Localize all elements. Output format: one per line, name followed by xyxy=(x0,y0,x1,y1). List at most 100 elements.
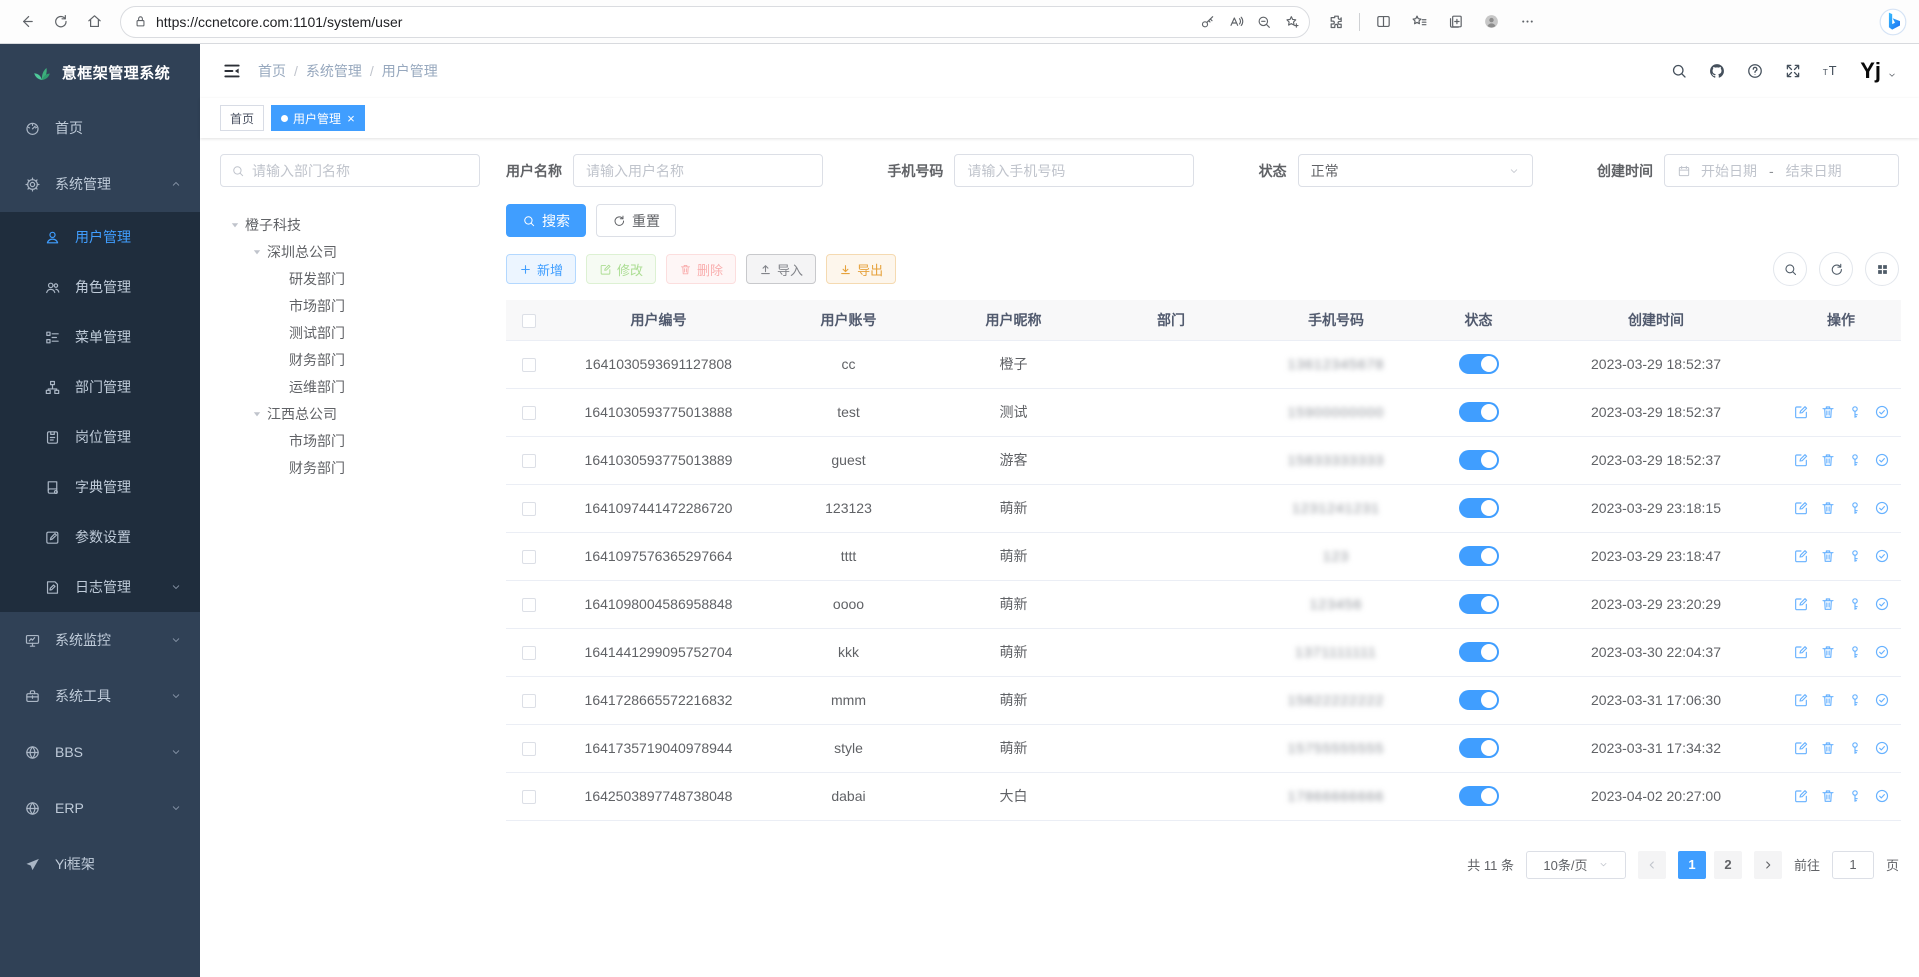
tree-node[interactable]: 研发部门 xyxy=(220,265,480,292)
delete-user-icon[interactable] xyxy=(1820,740,1836,756)
username-input[interactable] xyxy=(573,154,823,187)
sidebar-item[interactable]: 系统工具 xyxy=(0,668,200,724)
assign-role-icon[interactable] xyxy=(1874,644,1890,660)
table-row[interactable]: 1642503897748738048 dabai 大白 17866666666… xyxy=(506,772,1901,820)
row-checkbox[interactable] xyxy=(522,358,536,372)
assign-role-icon[interactable] xyxy=(1874,692,1890,708)
tree-node[interactable]: 财务部门 xyxy=(220,454,480,481)
status-toggle[interactable] xyxy=(1459,690,1499,710)
edit-user-icon[interactable] xyxy=(1793,500,1809,516)
browser-toolbar-button[interactable] xyxy=(1475,6,1507,38)
sidebar-item[interactable]: 角色管理 xyxy=(0,262,200,312)
breadcrumb-item[interactable]: 首页 xyxy=(258,61,286,81)
table-row[interactable]: 1641728665572216832 mmm 萌新 15822222222 2… xyxy=(506,676,1901,724)
page-size-select[interactable]: 10条/页 xyxy=(1526,851,1626,879)
edit-user-icon[interactable] xyxy=(1793,644,1809,660)
table-row[interactable]: 1641441299095752704 kkk 萌新 1371111111 20… xyxy=(506,628,1901,676)
status-toggle[interactable] xyxy=(1459,354,1499,374)
edit-user-icon[interactable] xyxy=(1793,596,1809,612)
page-button[interactable]: 2 xyxy=(1714,851,1742,879)
copilot-button[interactable] xyxy=(1877,6,1909,38)
status-toggle[interactable] xyxy=(1459,786,1499,806)
navbar-action[interactable] xyxy=(1708,62,1726,80)
breadcrumb-item[interactable]: 用户管理 xyxy=(382,61,438,81)
status-toggle[interactable] xyxy=(1459,498,1499,518)
tree-node[interactable]: 橙子科技 xyxy=(220,211,480,238)
tree-node[interactable]: 测试部门 xyxy=(220,319,480,346)
table-row[interactable]: 1641735719040978944 style 萌新 15755555555… xyxy=(506,724,1901,772)
caret-down-icon[interactable] xyxy=(250,245,264,259)
assign-role-icon[interactable] xyxy=(1874,452,1890,468)
tree-node[interactable]: 财务部门 xyxy=(220,346,480,373)
goto-page-input[interactable] xyxy=(1832,851,1874,879)
sidebar-item[interactable]: 字典管理 xyxy=(0,462,200,512)
edit-user-icon[interactable] xyxy=(1793,548,1809,564)
row-checkbox[interactable] xyxy=(522,598,536,612)
table-row[interactable]: 1641030593775013888 test 测试 15900000000 … xyxy=(506,388,1901,436)
sidebar-item[interactable]: Yi框架 xyxy=(0,836,200,892)
sidebar-item[interactable]: 用户管理 xyxy=(0,212,200,262)
reset-password-icon[interactable] xyxy=(1847,452,1863,468)
assign-role-icon[interactable] xyxy=(1874,548,1890,564)
close-tag-icon[interactable]: × xyxy=(347,112,355,125)
browser-toolbar-button[interactable] xyxy=(1320,6,1352,38)
app-logo[interactable]: 意框架管理系统 xyxy=(0,44,200,100)
status-toggle[interactable] xyxy=(1459,738,1499,758)
add-button[interactable]: 新增 xyxy=(506,254,576,284)
reset-password-icon[interactable] xyxy=(1847,644,1863,660)
delete-user-icon[interactable] xyxy=(1820,644,1836,660)
tag-item[interactable]: 首页× xyxy=(220,105,264,131)
status-toggle[interactable] xyxy=(1459,642,1499,662)
user-avatar[interactable]: Yj xyxy=(1860,60,1897,82)
page-button[interactable]: 1 xyxy=(1678,851,1706,879)
caret-down-icon[interactable] xyxy=(250,407,264,421)
search-button[interactable]: 搜索 xyxy=(506,204,586,237)
delete-user-icon[interactable] xyxy=(1820,596,1836,612)
row-checkbox[interactable] xyxy=(522,550,536,564)
sidebar-item[interactable]: BBS xyxy=(0,724,200,780)
tree-node[interactable]: 江西总公司 xyxy=(220,400,480,427)
reset-password-icon[interactable] xyxy=(1847,788,1863,804)
sidebar-item[interactable]: 岗位管理 xyxy=(0,412,200,462)
address-bar-button[interactable] xyxy=(1195,9,1221,35)
sidebar-item[interactable]: 系统管理 xyxy=(0,156,200,212)
reset-password-icon[interactable] xyxy=(1847,404,1863,420)
delete-user-icon[interactable] xyxy=(1820,404,1836,420)
assign-role-icon[interactable] xyxy=(1874,500,1890,516)
date-range-picker[interactable]: 开始日期 - 结束日期 xyxy=(1664,154,1899,187)
caret-down-icon[interactable] xyxy=(228,218,242,232)
toggle-search-button[interactable] xyxy=(1773,252,1807,286)
sidebar-item[interactable]: 日志管理 xyxy=(0,562,200,612)
assign-role-icon[interactable] xyxy=(1874,596,1890,612)
sidebar-item[interactable]: ERP xyxy=(0,780,200,836)
edit-user-icon[interactable] xyxy=(1793,788,1809,804)
status-toggle[interactable] xyxy=(1459,594,1499,614)
address-bar[interactable]: https://ccnetcore.com:1101/system/user xyxy=(120,6,1310,38)
browser-toolbar-button[interactable] xyxy=(1403,6,1435,38)
navbar-action[interactable]: TT xyxy=(1822,62,1840,80)
browser-nav-button[interactable] xyxy=(10,6,42,38)
reset-password-icon[interactable] xyxy=(1847,740,1863,756)
status-select[interactable]: 正常 xyxy=(1298,154,1533,187)
table-row[interactable]: 1641097441472286720 123123 萌新 1231241231… xyxy=(506,484,1901,532)
table-row[interactable]: 1641030593691127808 cc 橙子 13612345678 20… xyxy=(506,340,1901,388)
sidebar-item[interactable]: 菜单管理 xyxy=(0,312,200,362)
browser-nav-button[interactable] xyxy=(78,6,110,38)
select-all-checkbox[interactable] xyxy=(522,314,536,328)
status-toggle[interactable] xyxy=(1459,546,1499,566)
row-checkbox[interactable] xyxy=(522,406,536,420)
column-settings-button[interactable] xyxy=(1865,252,1899,286)
assign-role-icon[interactable] xyxy=(1874,404,1890,420)
table-row[interactable]: 1641030593775013889 guest 游客 15833333333… xyxy=(506,436,1901,484)
browser-toolbar-button[interactable] xyxy=(1367,6,1399,38)
browser-nav-button[interactable] xyxy=(44,6,76,38)
navbar-action[interactable] xyxy=(1784,62,1802,80)
delete-user-icon[interactable] xyxy=(1820,548,1836,564)
row-checkbox[interactable] xyxy=(522,502,536,516)
row-checkbox[interactable] xyxy=(522,694,536,708)
edit-user-icon[interactable] xyxy=(1793,404,1809,420)
next-page-button[interactable] xyxy=(1754,851,1782,879)
delete-user-icon[interactable] xyxy=(1820,692,1836,708)
navbar-action[interactable] xyxy=(1746,62,1764,80)
tree-node[interactable]: 运维部门 xyxy=(220,373,480,400)
